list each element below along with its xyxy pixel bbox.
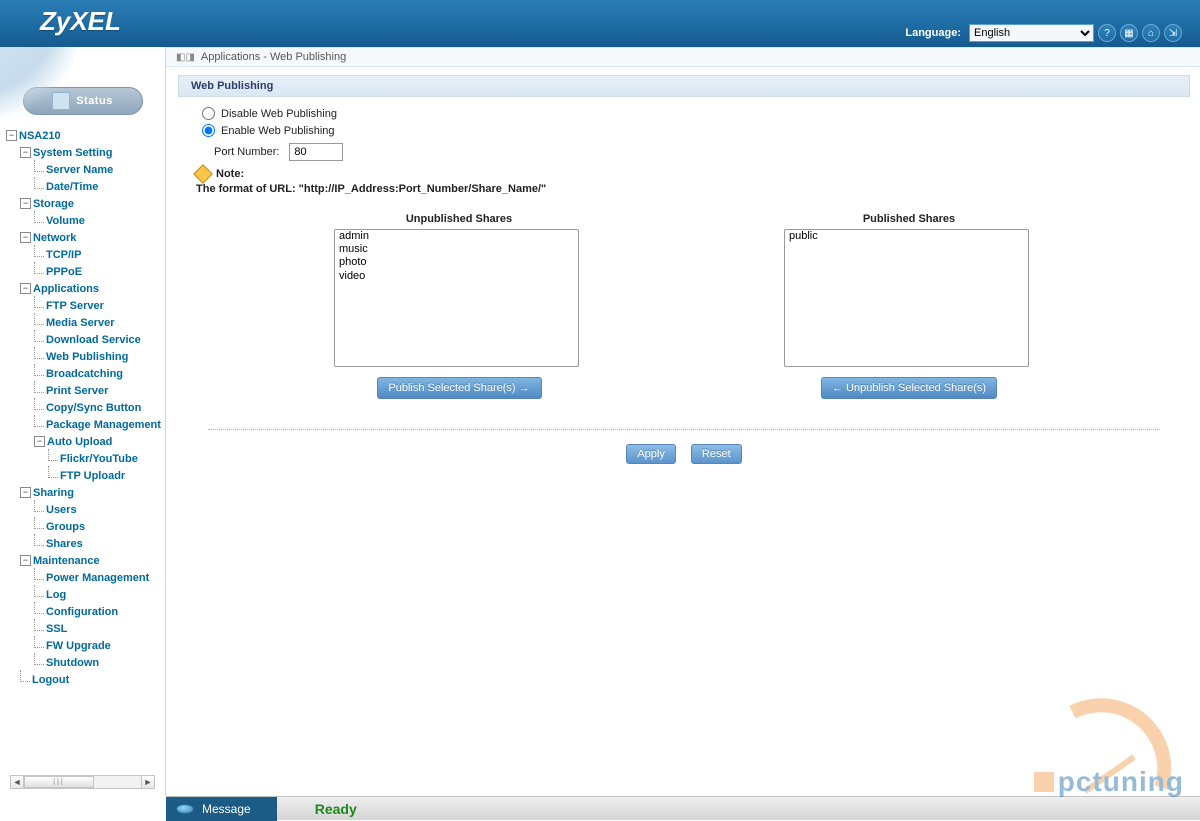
sidebar: Status −NSA210 −System Setting Server Na… xyxy=(0,47,166,796)
breadcrumb: ◧◨ Applications - Web Publishing xyxy=(166,47,1200,67)
status-bar: Message Ready xyxy=(166,796,1200,820)
tree-group-maintenance[interactable]: −Maintenance xyxy=(6,552,165,569)
status-icon xyxy=(52,92,70,110)
tree-root[interactable]: −NSA210 xyxy=(6,127,165,144)
topbar-right: Language: English ? ▦ ⌂ ⇲ xyxy=(905,24,1182,42)
tree-leaf[interactable]: Shares xyxy=(6,535,165,552)
publish-button[interactable]: Publish Selected Share(s) → xyxy=(377,377,542,399)
top-bar: ZyXEL Language: English ? ▦ ⌂ ⇲ xyxy=(0,0,1200,47)
share-option[interactable]: video xyxy=(335,270,578,283)
unpublish-button[interactable]: ← Unpublish Selected Share(s) xyxy=(821,377,997,399)
tree-leaf[interactable]: Volume xyxy=(6,212,165,229)
collapse-icon[interactable]: − xyxy=(20,555,31,566)
message-tab[interactable]: Message xyxy=(166,797,277,821)
tree-group-network[interactable]: −Network xyxy=(6,229,165,246)
note-text: The format of URL: "http://IP_Address:Po… xyxy=(196,183,1172,195)
tree-group-sharing[interactable]: −Sharing xyxy=(6,484,165,501)
tree-group-applications[interactable]: −Applications xyxy=(6,280,165,297)
note-pin-icon xyxy=(193,164,213,184)
port-input[interactable] xyxy=(289,143,343,161)
apply-button[interactable]: Apply xyxy=(626,444,676,464)
divider xyxy=(208,429,1160,430)
tree-leaf[interactable]: Package Management xyxy=(6,416,165,433)
collapse-icon[interactable]: − xyxy=(20,232,31,243)
collapse-icon[interactable]: − xyxy=(20,487,31,498)
tree-leaf[interactable]: Configuration xyxy=(6,603,165,620)
radio-disable-input[interactable] xyxy=(202,107,215,120)
sidebar-horizontal-scrollbar[interactable]: ◄ ► xyxy=(10,774,155,790)
share-option[interactable]: music xyxy=(335,243,578,256)
scroll-track[interactable] xyxy=(24,775,141,789)
tree-leaf[interactable]: Power Management xyxy=(6,569,165,586)
tree-leaf[interactable]: Log xyxy=(6,586,165,603)
tree-leaf[interactable]: Shutdown xyxy=(6,654,165,671)
logout-icon[interactable]: ⇲ xyxy=(1164,24,1182,42)
panel-title: Web Publishing xyxy=(178,75,1190,97)
tree-leaf[interactable]: Groups xyxy=(6,518,165,535)
message-label: Message xyxy=(202,802,251,816)
tree-leaf[interactable]: Copy/Sync Button xyxy=(6,399,165,416)
tree-leaf[interactable]: SSL xyxy=(6,620,165,637)
unpublished-column: Unpublished Shares adminmusicphotovideo … xyxy=(334,213,584,399)
status-state: Ready xyxy=(315,801,357,817)
published-column: Published Shares public ← Unpublish Sele… xyxy=(784,213,1034,399)
collapse-icon[interactable]: − xyxy=(6,130,17,141)
brand-logo: ZyXEL xyxy=(40,6,121,37)
language-select[interactable]: English xyxy=(969,24,1094,42)
radio-enable[interactable]: Enable Web Publishing xyxy=(202,124,1172,137)
tree-group-storage[interactable]: −Storage xyxy=(6,195,165,212)
language-label: Language: xyxy=(905,27,961,39)
tree-leaf[interactable]: Download Service xyxy=(6,331,165,348)
breadcrumb-text: Applications - Web Publishing xyxy=(201,51,346,63)
tree-leaf[interactable]: Date/Time xyxy=(6,178,165,195)
content-area: ◧◨ Applications - Web Publishing Web Pub… xyxy=(166,47,1200,796)
collapse-icon[interactable]: − xyxy=(20,283,31,294)
collapse-icon[interactable]: − xyxy=(34,436,45,447)
tree-leaf[interactable]: FTP Server xyxy=(6,297,165,314)
collapse-icon[interactable]: − xyxy=(20,198,31,209)
message-icon xyxy=(176,804,194,814)
tree-leaf[interactable]: Flickr/YouTube xyxy=(6,450,165,467)
published-title: Published Shares xyxy=(784,213,1034,225)
nav-tree: −NSA210 −System Setting Server Name Date… xyxy=(0,127,165,696)
tree-leaf[interactable]: Broadcatching xyxy=(6,365,165,382)
radio-enable-input[interactable] xyxy=(202,124,215,137)
published-list[interactable]: public xyxy=(784,229,1029,367)
tree-leaf[interactable]: Print Server xyxy=(6,382,165,399)
port-label: Port Number: xyxy=(214,146,279,158)
tree-leaf-active[interactable]: Web Publishing xyxy=(6,348,165,365)
breadcrumb-icon: ◧◨ xyxy=(176,52,195,63)
scroll-right-icon[interactable]: ► xyxy=(141,775,155,789)
share-option[interactable]: photo xyxy=(335,256,578,269)
tree-leaf[interactable]: FW Upgrade xyxy=(6,637,165,654)
status-button[interactable]: Status xyxy=(23,87,143,115)
tree-group-system[interactable]: −System Setting xyxy=(6,144,165,161)
help-icon[interactable]: ? xyxy=(1098,24,1116,42)
note-label: Note: xyxy=(216,168,244,180)
save-icon[interactable]: ▦ xyxy=(1120,24,1138,42)
tree-leaf[interactable]: PPPoE xyxy=(6,263,165,280)
status-label: Status xyxy=(76,95,113,107)
scroll-left-icon[interactable]: ◄ xyxy=(10,775,24,789)
unpublished-list[interactable]: adminmusicphotovideo xyxy=(334,229,579,367)
radio-disable[interactable]: Disable Web Publishing xyxy=(202,107,1172,120)
collapse-icon[interactable]: − xyxy=(20,147,31,158)
tree-leaf[interactable]: TCP/IP xyxy=(6,246,165,263)
share-option[interactable]: admin xyxy=(335,230,578,243)
tree-subgroup-autoupload[interactable]: −Auto Upload xyxy=(6,433,165,450)
reset-button[interactable]: Reset xyxy=(691,444,742,464)
tree-leaf[interactable]: Media Server xyxy=(6,314,165,331)
home-icon[interactable]: ⌂ xyxy=(1142,24,1160,42)
tree-leaf[interactable]: FTP Uploadr xyxy=(6,467,165,484)
scroll-thumb[interactable] xyxy=(24,776,94,788)
tree-logout[interactable]: Logout xyxy=(6,671,165,688)
tree-leaf[interactable]: Server Name xyxy=(6,161,165,178)
tree-leaf[interactable]: Users xyxy=(6,501,165,518)
share-option[interactable]: public xyxy=(785,230,1028,243)
unpublished-title: Unpublished Shares xyxy=(334,213,584,225)
